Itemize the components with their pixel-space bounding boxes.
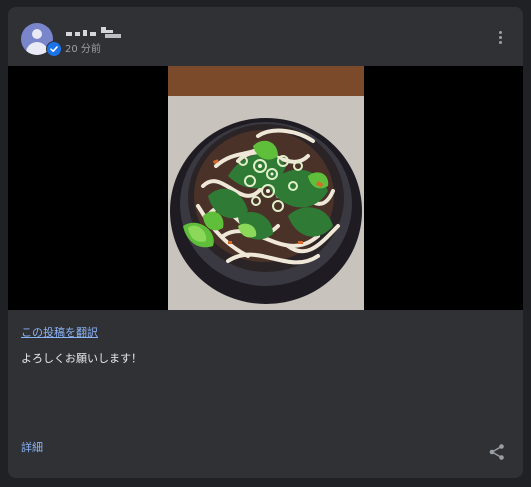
post-media bbox=[8, 66, 523, 310]
post-timestamp: 20 分前 bbox=[65, 44, 101, 55]
udon-photo[interactable] bbox=[168, 66, 364, 310]
verified-badge-icon bbox=[46, 41, 62, 57]
post-body-text: よろしくお願いします！ bbox=[21, 352, 142, 365]
translate-post-link[interactable]: この投稿を翻訳 bbox=[21, 324, 98, 340]
share-icon[interactable] bbox=[488, 443, 506, 461]
details-link[interactable]: 詳細 bbox=[21, 439, 43, 455]
more-vert-icon[interactable] bbox=[494, 29, 506, 49]
post-header: 20 分前 bbox=[8, 7, 523, 66]
post-card: 20 分前 この投稿を翻訳 よろしくお願いします！ 詳細 bbox=[8, 7, 523, 478]
